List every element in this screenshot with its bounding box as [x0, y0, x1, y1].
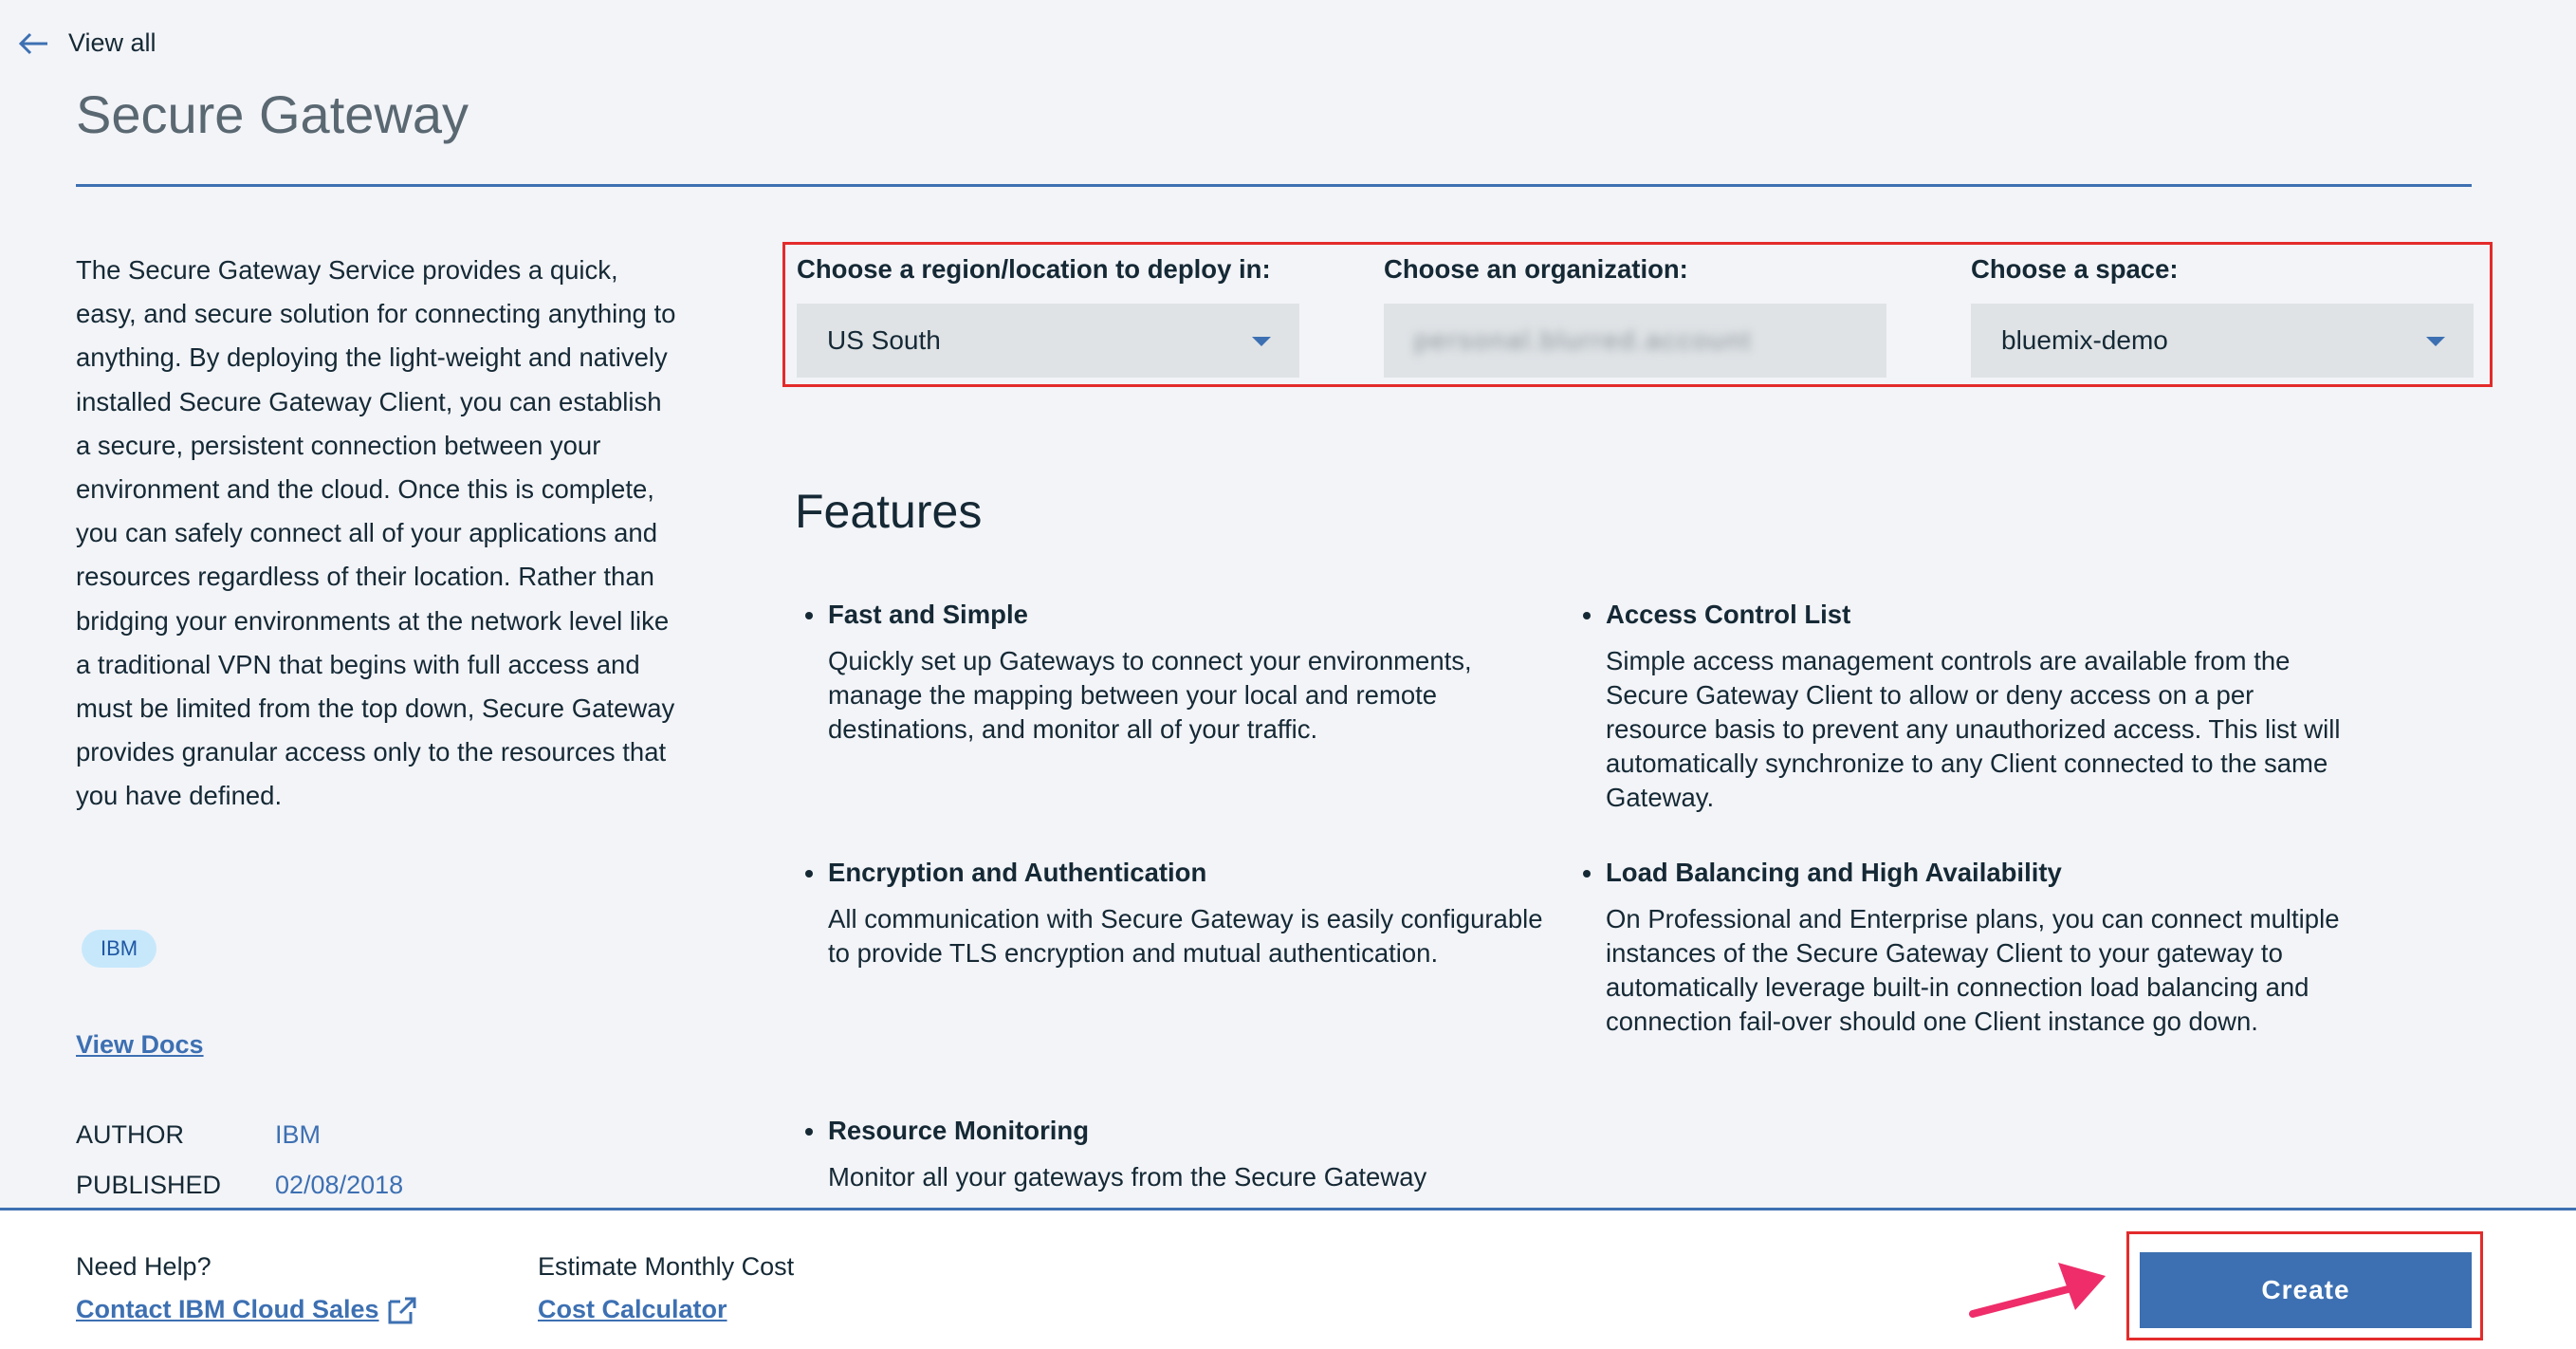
service-description: The Secure Gateway Service provides a qu… [76, 255, 676, 811]
contact-sales-label: Contact IBM Cloud Sales [76, 1295, 379, 1323]
published-label: PUBLISHED [76, 1171, 222, 1199]
published-row: PUBLISHED 02/08/2018 [76, 1171, 403, 1200]
feature-description: All communication with Secure Gateway is… [828, 904, 1543, 968]
cost-section: Estimate Monthly Cost Cost Calculator [538, 1252, 794, 1324]
title-divider [76, 184, 2472, 187]
organization-label: Choose an organization: [1384, 254, 1688, 284]
feature-title: Encryption and Authentication [828, 858, 1207, 887]
feature-title: Resource Monitoring [828, 1116, 1090, 1145]
caret-down-icon [2426, 337, 2445, 346]
bullet-icon [1583, 612, 1591, 619]
bullet-icon [805, 1128, 813, 1136]
contact-sales-link[interactable]: Contact IBM Cloud Sales [76, 1295, 417, 1324]
organization-value: personal.blurred.account [1414, 325, 1753, 355]
arrow-left-icon [18, 32, 47, 54]
provider-tag[interactable]: IBM [82, 930, 157, 968]
region-label: Choose a region/location to deploy in: [797, 254, 1271, 284]
author-label: AUTHOR [76, 1120, 184, 1149]
back-link[interactable]: View all [17, 28, 156, 58]
feature-description: Simple access management controls are av… [1606, 646, 2341, 812]
author-row: AUTHOR IBM [76, 1120, 321, 1150]
feature-item: Load Balancing and High Availability On … [1583, 855, 2346, 1039]
view-docs-link[interactable]: View Docs [76, 1030, 204, 1060]
bullet-icon [805, 870, 813, 878]
feature-title: Fast and Simple [828, 600, 1028, 629]
page-title: Secure Gateway [76, 84, 469, 144]
feature-item: Fast and Simple Quickly set up Gateways … [805, 597, 1568, 747]
feature-description: On Professional and Enterprise plans, yo… [1606, 904, 2340, 1036]
space-dropdown[interactable]: bluemix-demo [1971, 304, 2474, 378]
deployment-selector-highlight: Choose a region/location to deploy in: U… [782, 242, 2493, 387]
feature-title: Access Control List [1606, 600, 1851, 629]
space-value: bluemix-demo [2001, 325, 2168, 355]
external-link-icon [388, 1297, 416, 1323]
space-label: Choose a space: [1971, 254, 2179, 284]
region-value: US South [827, 325, 941, 355]
back-link-label: View all [68, 28, 156, 57]
feature-description: Monitor all your gateways from the Secur… [828, 1162, 1427, 1192]
caret-down-icon [1252, 337, 1271, 346]
help-section: Need Help? Contact IBM Cloud Sales [76, 1252, 417, 1324]
annotation-arrow-icon [1969, 1263, 2106, 1318]
cost-label: Estimate Monthly Cost [538, 1252, 795, 1281]
feature-description: Quickly set up Gateways to connect your … [828, 646, 1472, 744]
bullet-icon [805, 612, 813, 619]
organization-selector: Choose an organization: personal.blurred… [1384, 254, 1886, 378]
cost-calculator-link[interactable]: Cost Calculator [538, 1295, 794, 1324]
space-selector: Choose a space: bluemix-demo [1971, 254, 2474, 378]
organization-field[interactable]: personal.blurred.account [1384, 304, 1886, 378]
author-value[interactable]: IBM [275, 1120, 321, 1150]
create-button[interactable]: Create [2140, 1252, 2472, 1328]
help-label: Need Help? [76, 1252, 212, 1281]
feature-item: Access Control List Simple access manage… [1583, 597, 2346, 815]
feature-item: Encryption and Authentication All commun… [805, 855, 1568, 970]
region-dropdown[interactable]: US South [797, 304, 1299, 378]
feature-item: Resource Monitoring Monitor all your gat… [805, 1113, 1568, 1194]
region-selector: Choose a region/location to deploy in: U… [797, 254, 1299, 378]
published-value: 02/08/2018 [275, 1171, 404, 1199]
bullet-icon [1583, 870, 1591, 878]
feature-title: Load Balancing and High Availability [1606, 858, 2062, 887]
features-heading: Features [795, 485, 983, 538]
